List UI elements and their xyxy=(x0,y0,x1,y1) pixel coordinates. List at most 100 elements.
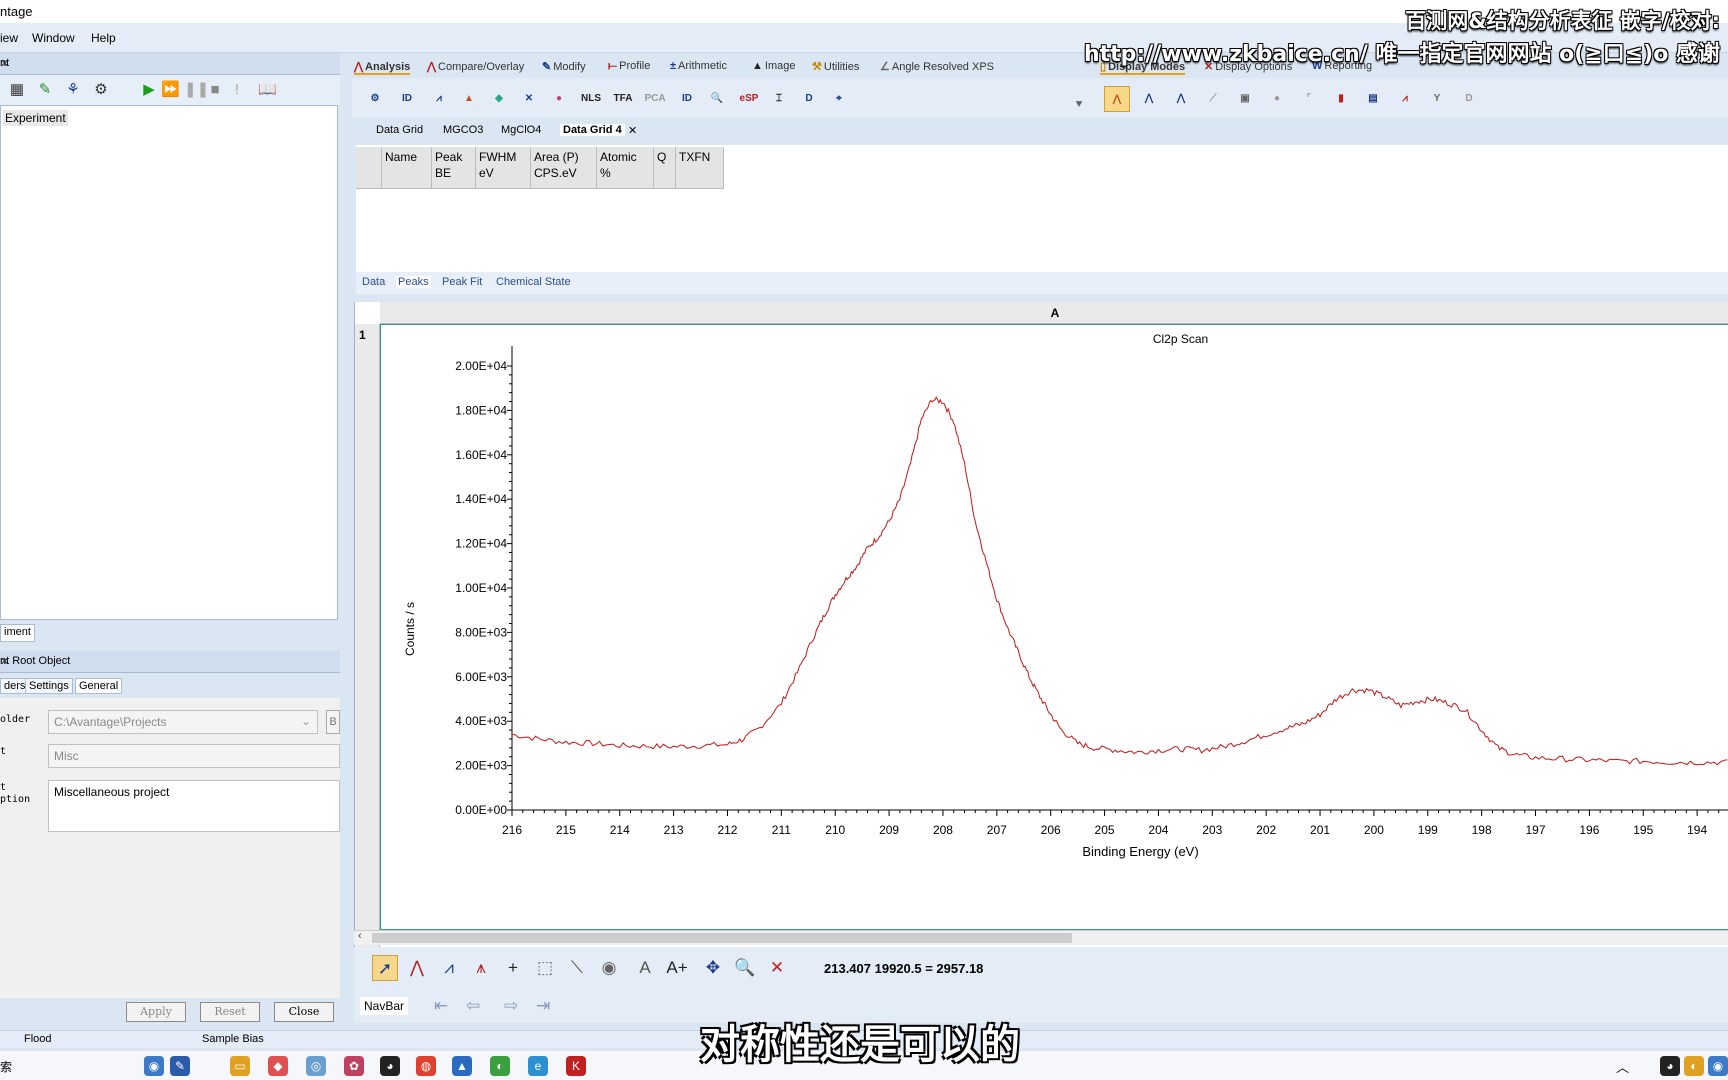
display-mode-map-icon[interactable]: ⌜ xyxy=(1296,86,1322,112)
display-mode-peaks-icon[interactable]: ⩘ xyxy=(1392,86,1418,112)
menu-window[interactable]: Window xyxy=(32,31,75,45)
tab-data-grid-4[interactable]: Data Grid 4 xyxy=(560,124,625,136)
col-area[interactable]: Area (P) CPS.eV xyxy=(531,147,597,189)
search-icon[interactable]: 🔍 xyxy=(704,86,730,112)
peak-icon[interactable]: ⋀ xyxy=(404,955,430,981)
play-all-icon[interactable]: ⏩ xyxy=(161,81,180,99)
app-icon[interactable]: ◉ xyxy=(144,1056,164,1076)
close-icon[interactable]: ✕ xyxy=(628,124,637,137)
nav-first-icon[interactable]: ⇤ xyxy=(434,996,448,1016)
app-icon[interactable]: ✎ xyxy=(170,1056,190,1076)
tab-data-grid[interactable]: Data Grid xyxy=(376,124,423,136)
peak-fit-icon[interactable]: ⩘ xyxy=(426,86,452,112)
tray-icon[interactable]: ◉ xyxy=(1708,1056,1728,1076)
crosshair-icon[interactable]: + xyxy=(500,955,526,981)
tab-peak-fit[interactable]: Peak Fit xyxy=(442,276,482,288)
line-icon[interactable]: ⟍ xyxy=(564,955,590,981)
play-icon[interactable]: ▶ xyxy=(140,81,158,99)
col-atomic[interactable]: Atomic % xyxy=(597,147,654,189)
add-text-icon[interactable]: A+ xyxy=(664,955,690,981)
browse-button[interactable]: B xyxy=(326,710,340,734)
tab-image[interactable]: ▲ Image xyxy=(752,60,795,72)
nav-next-icon[interactable]: ⇨ xyxy=(504,996,518,1016)
gear-icon[interactable]: ⚙ xyxy=(92,81,110,99)
tab-chemical-state[interactable]: Chemical State xyxy=(496,276,571,288)
folder-field[interactable]: C:\Avantage\Projects ⌄ xyxy=(48,710,318,734)
horizontal-scrollbar[interactable]: ‹ xyxy=(354,930,1728,945)
menu-help[interactable]: Help xyxy=(91,31,116,45)
project-name-field[interactable]: Misc xyxy=(48,744,340,768)
eye-icon[interactable]: ◉ xyxy=(596,955,622,981)
column-header-a[interactable]: A xyxy=(380,302,1728,324)
peak-table-icon[interactable]: ⚙ xyxy=(362,86,388,112)
multipeak-icon[interactable]: ⩘ xyxy=(436,955,462,981)
toolbar-overflow-icon[interactable]: ⯆ xyxy=(1066,92,1092,118)
zoom-in-icon[interactable]: 🔍 xyxy=(732,955,758,981)
display-mode-stack-icon[interactable]: ⋀ xyxy=(1168,86,1194,112)
zoom-reset-icon[interactable]: ✕ xyxy=(764,955,790,981)
alert-icon[interactable]: ! xyxy=(228,81,246,99)
col-peak-be[interactable]: Peak BE xyxy=(432,147,476,189)
id-icon-2[interactable]: ID xyxy=(674,86,700,112)
tab-utilities[interactable]: ⚒ Utilities xyxy=(812,60,859,73)
grid-icon[interactable]: ▦ xyxy=(8,81,26,99)
text-icon[interactable]: A xyxy=(632,955,658,981)
apply-button[interactable]: Apply xyxy=(126,1002,186,1022)
taskbar-search[interactable]: 索 xyxy=(0,1058,12,1075)
atoms-icon[interactable]: ● xyxy=(546,86,572,112)
pause-icon[interactable]: ❚❚ xyxy=(184,81,209,99)
display-mode-spectrum-icon[interactable]: ⋀ xyxy=(1104,86,1130,112)
close-icon[interactable]: ✕ xyxy=(0,57,332,70)
tab-general[interactable]: General xyxy=(75,678,123,694)
scroll-left-icon[interactable]: ‹ xyxy=(358,930,362,942)
spectrum-chart[interactable]: Cl2p Scan Binding Energy (eV) Counts / s… xyxy=(380,324,1728,930)
chevron-up-icon[interactable]: ︿ xyxy=(1616,1057,1629,1076)
experiment-tree[interactable]: Experiment xyxy=(0,105,338,620)
pencil-icon[interactable]: ✎ xyxy=(36,81,54,99)
col-txfn[interactable]: TXFN xyxy=(676,147,724,189)
scroll-thumb[interactable] xyxy=(372,933,1072,943)
app-icon[interactable]: ◐ xyxy=(490,1056,510,1076)
tab-mgclo4[interactable]: MgClO4 xyxy=(501,124,541,136)
close-icon[interactable]: ✕ xyxy=(0,655,332,668)
tfa-icon[interactable]: TFA xyxy=(610,86,636,112)
pca-icon[interactable]: PCA xyxy=(642,86,668,112)
col-q[interactable]: Q xyxy=(654,147,676,189)
display-mode-yx-icon[interactable]: Y xyxy=(1424,86,1450,112)
esp-icon[interactable]: eSP xyxy=(736,86,762,112)
tab-mgco3[interactable]: MGCO3 xyxy=(443,124,483,136)
avantage-icon[interactable]: ▲ xyxy=(452,1056,472,1076)
col-name[interactable]: Name xyxy=(382,147,432,189)
display-mode-overlay-icon[interactable]: ⋀ xyxy=(1136,86,1162,112)
display-mode-circle-icon[interactable]: ● xyxy=(1264,86,1290,112)
display-mode-bar-icon[interactable]: ▮ xyxy=(1328,86,1354,112)
nav-prev-icon[interactable]: ⇦ xyxy=(466,996,480,1016)
display-mode-3d-icon[interactable]: ⟋ xyxy=(1200,86,1226,112)
reset-button[interactable]: Reset xyxy=(200,1002,260,1022)
tab-peaks[interactable]: Peaks xyxy=(396,276,431,288)
tree-item-experiment[interactable]: Experiment xyxy=(3,110,68,126)
region-icon[interactable]: ⬚ xyxy=(532,955,558,981)
smooth-icon[interactable]: ✕ xyxy=(516,86,542,112)
app-icon[interactable]: ◆ xyxy=(268,1056,288,1076)
browser-icon[interactable]: e xyxy=(528,1056,548,1076)
nls-icon[interactable]: NLS xyxy=(578,86,604,112)
tab-modify[interactable]: ✎ Modify xyxy=(542,60,586,73)
tray-icon[interactable]: ◐ xyxy=(1684,1056,1704,1076)
app-icon[interactable]: ✿ xyxy=(344,1056,364,1076)
nav-last-icon[interactable]: ⇥ xyxy=(536,996,550,1016)
tab-analysis[interactable]: ⋀ Analysis xyxy=(354,60,411,75)
spectrum-icon[interactable]: ▲ xyxy=(456,86,482,112)
tab-compare-overlay[interactable]: ⋀ Compare/Overlay xyxy=(427,60,524,73)
description-field[interactable]: Miscellaneous project xyxy=(48,780,340,832)
wand-icon[interactable]: ⚘ xyxy=(64,81,82,99)
dv-icon[interactable]: D xyxy=(796,86,822,112)
book-icon[interactable]: 📖 xyxy=(258,81,277,99)
tab-experiment[interactable]: iment xyxy=(0,624,35,642)
histogram-icon[interactable]: ⩚ xyxy=(468,955,494,981)
folder-icon[interactable]: ▭ xyxy=(230,1056,250,1076)
tab-settings[interactable]: Settings xyxy=(25,678,73,694)
tab-profile[interactable]: ⟝ Profile xyxy=(608,60,650,73)
chevron-down-icon[interactable]: ⌄ xyxy=(301,714,311,728)
id-icon[interactable]: ID xyxy=(394,86,420,112)
